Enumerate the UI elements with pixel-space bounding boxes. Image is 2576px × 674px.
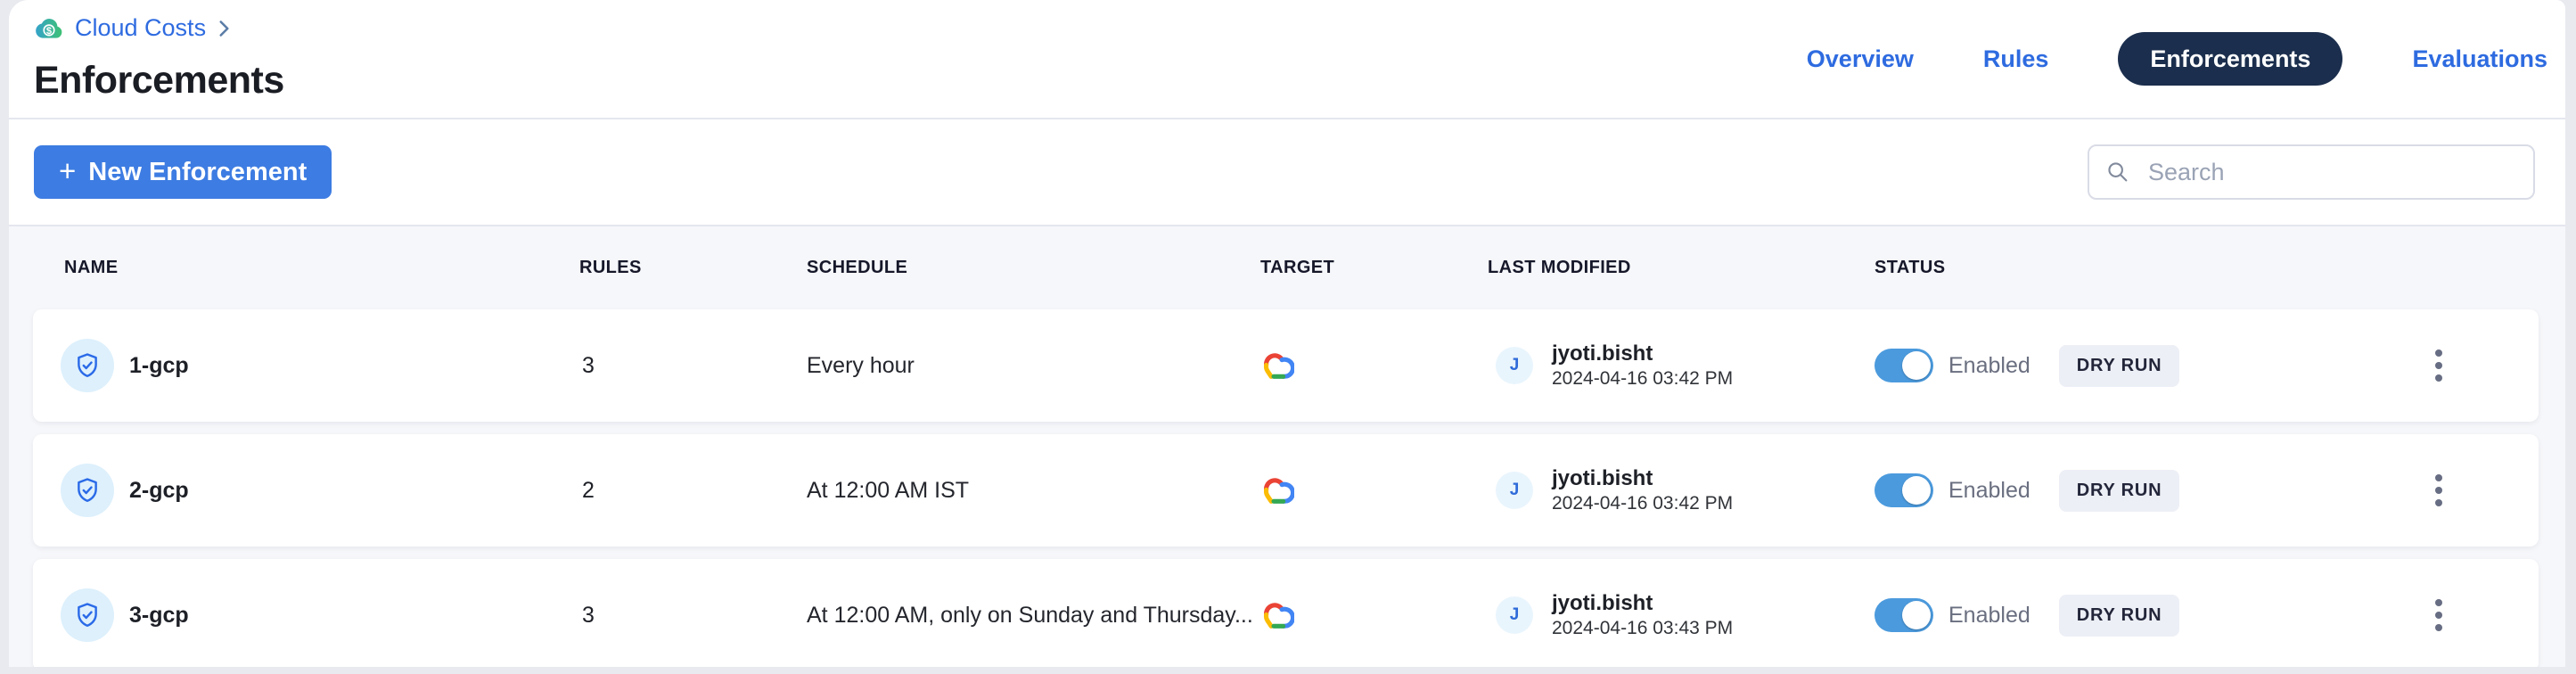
toggle-knob	[1902, 476, 1931, 505]
column-header-target: TARGET	[1260, 258, 1488, 278]
modified-at: 2024-04-16 03:43 PM	[1552, 616, 1733, 640]
dry-run-badge: DRY RUN	[2059, 345, 2180, 387]
rules-count: 3	[579, 353, 807, 379]
enforcement-name[interactable]: 1-gcp	[129, 353, 189, 379]
modified-at: 2024-04-16 03:42 PM	[1552, 491, 1733, 515]
avatar: J	[1496, 596, 1533, 634]
toggle-knob	[1902, 351, 1931, 380]
tab-overview[interactable]: Overview	[1807, 45, 1914, 73]
table-row[interactable]: 1-gcp 3 Every hour J jyoti.bisht 2024-04…	[33, 309, 2539, 422]
new-enforcement-button[interactable]: + New Enforcement	[34, 145, 332, 199]
tab-evaluations[interactable]: Evaluations	[2412, 45, 2547, 73]
enabled-toggle[interactable]	[1875, 598, 1933, 632]
dry-run-badge: DRY RUN	[2059, 595, 2180, 637]
column-header-rules: RULES	[579, 258, 807, 278]
gcp-icon	[1260, 477, 1294, 505]
page-header: $ Cloud Costs Enforcements Overview Rule…	[9, 0, 2565, 119]
gcp-icon	[1260, 602, 1294, 629]
status-label: Enabled	[1948, 478, 2030, 504]
main-panel: $ Cloud Costs Enforcements Overview Rule…	[9, 0, 2565, 667]
enforcement-name[interactable]: 2-gcp	[129, 478, 189, 504]
modified-by: jyoti.bisht	[1552, 341, 1733, 366]
dry-run-badge: DRY RUN	[2059, 470, 2180, 512]
schedule-text: At 12:00 AM, only on Sunday and Thursday…	[807, 603, 1252, 629]
search-icon	[2105, 160, 2130, 185]
rules-count: 3	[579, 603, 807, 629]
breadcrumb: $ Cloud Costs	[34, 14, 230, 42]
gcp-icon	[1260, 352, 1294, 380]
toolbar: + New Enforcement	[9, 119, 2565, 225]
toggle-knob	[1902, 601, 1931, 629]
avatar: J	[1496, 347, 1533, 384]
table-row[interactable]: 3-gcp 3 At 12:00 AM, only on Sunday and …	[33, 559, 2539, 667]
svg-text:$: $	[46, 26, 53, 37]
column-header-name: NAME	[33, 258, 579, 278]
enforcement-name[interactable]: 3-gcp	[129, 603, 189, 629]
status-label: Enabled	[1948, 603, 2030, 629]
cloud-costs-icon: $	[34, 15, 64, 41]
avatar: J	[1496, 472, 1533, 509]
tab-rules[interactable]: Rules	[1983, 45, 2049, 73]
column-header-status: STATUS	[1875, 258, 2338, 278]
shield-check-icon	[61, 588, 114, 642]
tab-enforcements-active[interactable]: Enforcements	[2118, 32, 2342, 86]
modified-by: jyoti.bisht	[1552, 590, 1733, 616]
enabled-toggle[interactable]	[1875, 349, 1933, 382]
column-header-schedule: SCHEDULE	[807, 258, 1260, 278]
schedule-text: At 12:00 AM IST	[807, 478, 1252, 504]
table-header-row: NAME RULES SCHEDULE TARGET LAST MODIFIED…	[33, 226, 2539, 309]
rules-count: 2	[579, 478, 807, 504]
shield-check-icon	[61, 464, 114, 517]
chevron-right-icon	[218, 20, 230, 37]
plus-icon: +	[59, 156, 76, 185]
search-box	[2088, 144, 2535, 200]
search-input[interactable]	[2088, 144, 2535, 200]
column-header-last-modified: LAST MODIFIED	[1488, 258, 1875, 278]
modified-at: 2024-04-16 03:42 PM	[1552, 366, 1733, 390]
shield-check-icon	[61, 339, 114, 392]
breadcrumb-cloud-costs-link[interactable]: Cloud Costs	[75, 14, 206, 42]
new-enforcement-label: New Enforcement	[88, 158, 307, 187]
top-nav: Overview Rules Enforcements Evaluations	[1807, 0, 2547, 118]
row-menu-kebab-icon[interactable]	[2426, 465, 2451, 515]
row-menu-kebab-icon[interactable]	[2426, 590, 2451, 640]
modified-by: jyoti.bisht	[1552, 465, 1733, 491]
row-menu-kebab-icon[interactable]	[2426, 341, 2451, 390]
schedule-text: Every hour	[807, 353, 1252, 379]
table-row[interactable]: 2-gcp 2 At 12:00 AM IST J jyoti.bisht 20…	[33, 434, 2539, 547]
page-title: Enforcements	[34, 59, 284, 103]
status-label: Enabled	[1948, 353, 2030, 379]
enabled-toggle[interactable]	[1875, 473, 1933, 507]
enforcements-table: NAME RULES SCHEDULE TARGET LAST MODIFIED…	[9, 225, 2565, 667]
